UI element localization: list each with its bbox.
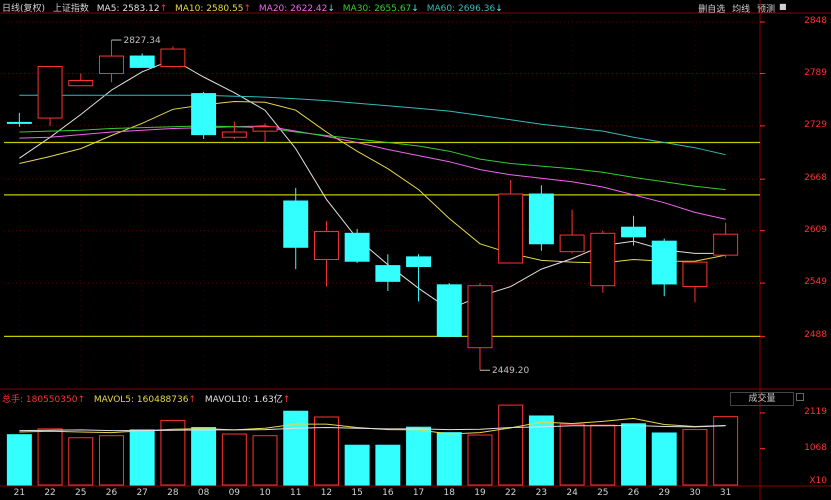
date-tick-label: 25 xyxy=(597,488,609,498)
volume-bar xyxy=(191,427,217,486)
volume-bar xyxy=(375,444,401,486)
candle-body xyxy=(344,232,370,262)
date-tick-label: 15 xyxy=(351,488,363,498)
volume-bar xyxy=(283,410,309,486)
date-tick-label: 26 xyxy=(627,488,640,498)
price-tick-label: 2549 xyxy=(804,277,827,288)
volume-bar xyxy=(651,432,677,486)
date-tick-label: 18 xyxy=(443,488,455,498)
annotation-label: 2827.34 xyxy=(123,36,160,46)
volume-legend: 总手: 180550350↑ MAVOL5: 160488736↑ MAVOL1… xyxy=(2,392,296,405)
mavol10-label: MAVOL10: 1.63亿↑ xyxy=(204,395,291,405)
date-tick-label: 08 xyxy=(197,488,210,498)
date-tick-label: 12 xyxy=(320,488,333,498)
candle-body xyxy=(436,284,462,337)
date-tick-label: 22 xyxy=(504,488,517,498)
volume-bar xyxy=(252,435,278,486)
candlestick-chart[interactable]: 2827.34 2449.20 xyxy=(0,0,831,500)
date-tick-label: 16 xyxy=(382,488,394,498)
ma5-line xyxy=(19,58,726,310)
volume-bar xyxy=(221,433,247,486)
date-tick-label: 30 xyxy=(689,488,701,498)
ma20-line xyxy=(19,125,726,220)
volume-bar xyxy=(590,424,616,486)
candle-body xyxy=(37,66,63,119)
candle-body xyxy=(375,265,401,282)
date-tick-label: 19 xyxy=(474,488,486,498)
candle-body xyxy=(283,200,309,248)
volume-bar xyxy=(467,434,493,486)
candle-body xyxy=(528,193,554,245)
price-tick-label: 2848 xyxy=(804,15,827,26)
candle-body xyxy=(682,261,708,288)
volume-bar xyxy=(498,404,524,486)
price-tick-label: 2729 xyxy=(804,119,827,130)
volume-bar xyxy=(713,416,739,486)
indicator-selector[interactable]: 成交量 xyxy=(730,392,794,406)
volume-bar xyxy=(621,423,646,486)
price-tick-label: 2609 xyxy=(804,224,827,235)
date-tick-label: 10 xyxy=(259,488,271,498)
candle-body xyxy=(6,121,32,124)
volume-bar xyxy=(436,432,462,486)
candle-body xyxy=(406,256,432,267)
volume-bar xyxy=(6,434,32,486)
candle-body xyxy=(129,55,155,68)
candle-body xyxy=(498,193,524,264)
date-tick-label: 23 xyxy=(535,488,548,498)
volume-bar xyxy=(37,428,63,486)
mavol5-line xyxy=(19,417,726,435)
date-tick-label: 17 xyxy=(412,488,425,498)
volume-unit-label: X10 xyxy=(809,476,827,486)
volume-bar xyxy=(99,435,124,486)
volume-bar xyxy=(559,423,585,486)
candle-body xyxy=(713,233,739,256)
volume-bar xyxy=(129,429,155,486)
candle-body xyxy=(160,48,186,68)
date-tick-label: 09 xyxy=(228,488,241,498)
mavol5-label: MAVOL5: 160488736↑ xyxy=(93,395,197,405)
candle-body xyxy=(559,234,585,253)
date-tick-label: 31 xyxy=(719,488,732,498)
candle-body xyxy=(252,126,278,132)
date-tick-label: 27 xyxy=(136,488,148,498)
volume-tick-label: 1068 xyxy=(804,442,827,453)
candle-body xyxy=(221,131,247,138)
volume-bar xyxy=(344,444,370,486)
indicator-selector-label: 成交量 xyxy=(748,394,776,404)
date-tick-label: 29 xyxy=(658,488,670,498)
candle-body xyxy=(99,55,124,75)
date-tick-label: 22 xyxy=(44,488,56,498)
indicator-settings-icon[interactable] xyxy=(796,393,804,401)
candle-body xyxy=(191,93,217,136)
mavol10-line xyxy=(19,424,726,432)
price-tick-label: 2488 xyxy=(804,330,827,341)
candle-body xyxy=(590,232,616,287)
date-tick-label: 28 xyxy=(167,488,179,498)
date-tick-label: 11 xyxy=(289,488,302,498)
price-tick-label: 2668 xyxy=(804,173,827,184)
date-tick-label: 24 xyxy=(566,488,578,498)
volume-bar xyxy=(68,437,94,486)
price-tick-label: 2789 xyxy=(804,67,827,78)
annotation-label: 2449.20 xyxy=(492,366,529,376)
ma30-line xyxy=(19,125,726,191)
date-tick-label: 26 xyxy=(105,488,118,498)
volume-bar xyxy=(682,429,708,486)
volume-bar xyxy=(406,426,432,486)
candle-body xyxy=(621,226,646,238)
total-volume-label: 总手: 180550350↑ xyxy=(2,395,85,405)
date-tick-label: 21 xyxy=(13,488,26,498)
volume-tick-label: 2119 xyxy=(804,406,827,417)
candle-body xyxy=(68,79,94,87)
candle-body xyxy=(651,240,677,285)
candle-body xyxy=(467,285,493,349)
date-tick-label: 25 xyxy=(75,488,87,498)
candle-body xyxy=(313,231,339,261)
